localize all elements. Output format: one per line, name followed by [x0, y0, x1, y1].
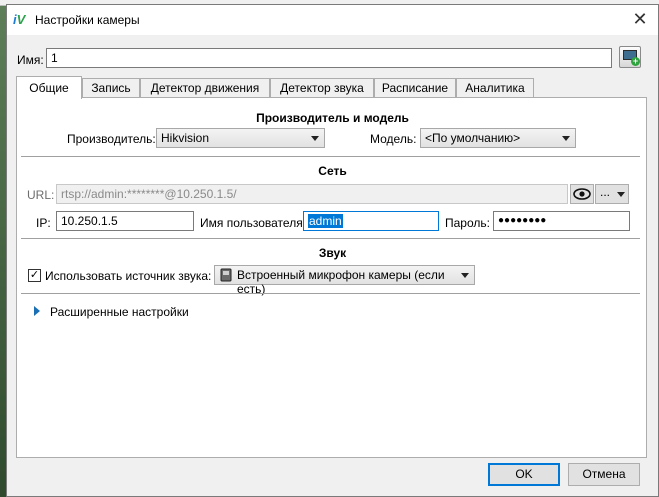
- eye-icon: [573, 188, 591, 200]
- sound-source-select[interactable]: Встроенный микрофон камеры (если есть): [214, 265, 475, 296]
- name-label: Имя:: [17, 53, 44, 67]
- tab-recording[interactable]: Запись: [82, 78, 140, 98]
- chevron-down-icon: [311, 136, 319, 141]
- model-select[interactable]: <По умолчанию>: [420, 128, 576, 148]
- manufacturer-value: Hikvision: [161, 131, 210, 145]
- name-input[interactable]: [46, 48, 612, 68]
- network-section-title: Сеть: [318, 164, 347, 178]
- tab-motion-detector[interactable]: Детектор движения: [140, 78, 270, 98]
- ip-field[interactable]: [56, 211, 194, 231]
- camera-icon: [220, 268, 232, 282]
- camera-add-icon[interactable]: +: [619, 46, 641, 68]
- title-bar: iV Настройки камеры ✕: [7, 5, 658, 35]
- more-label: ...: [600, 185, 611, 199]
- username-field[interactable]: admin: [303, 211, 439, 231]
- cancel-button[interactable]: Отмена: [568, 463, 640, 486]
- window-title: Настройки камеры: [35, 13, 140, 27]
- sound-section-title: Звук: [318, 246, 347, 260]
- tab-sound-detector[interactable]: Детектор звука: [270, 78, 374, 98]
- use-sound-source-checkbox[interactable]: ✓: [28, 269, 41, 282]
- camera-settings-dialog: iV Настройки камеры ✕ Имя: + Общие Запис…: [6, 4, 659, 497]
- show-password-button[interactable]: [570, 184, 594, 204]
- tab-schedule[interactable]: Расписание: [374, 78, 456, 98]
- expand-arrow-icon[interactable]: [34, 306, 40, 316]
- separator: [21, 293, 640, 294]
- chevron-down-icon: [562, 136, 570, 141]
- manufacturer-select[interactable]: Hikvision: [156, 128, 325, 148]
- separator: [21, 238, 640, 239]
- app-logo-icon: iV: [13, 12, 26, 27]
- password-value: ●●●●●●●●: [498, 215, 547, 226]
- url-more-button[interactable]: ...: [595, 184, 629, 204]
- manufacturer-label: Производитель:: [67, 132, 156, 146]
- sound-source-value: Встроенный микрофон камеры (если есть): [237, 268, 445, 296]
- username-value: admin: [308, 214, 343, 228]
- ip-label: IP:: [36, 216, 51, 230]
- general-tab-panel: Производитель и модель Производитель: Hi…: [16, 97, 647, 458]
- username-label: Имя пользователя:: [200, 216, 307, 230]
- tab-analytics[interactable]: Аналитика: [456, 78, 534, 98]
- chevron-down-icon: [617, 192, 625, 197]
- chevron-down-icon: [461, 273, 469, 278]
- url-field: [56, 184, 568, 204]
- advanced-settings-toggle[interactable]: Расширенные настройки: [50, 305, 189, 319]
- tab-general[interactable]: Общие: [16, 76, 82, 99]
- url-label: URL:: [27, 188, 55, 202]
- model-value: <По умолчанию>: [425, 131, 521, 145]
- password-label: Пароль:: [445, 216, 490, 230]
- model-label: Модель:: [370, 132, 417, 146]
- ok-button[interactable]: OK: [488, 463, 560, 486]
- manufacturer-section-title: Производитель и модель: [256, 111, 409, 125]
- separator: [21, 156, 640, 157]
- close-button[interactable]: ✕: [632, 10, 648, 28]
- password-field[interactable]: ●●●●●●●●: [493, 211, 630, 231]
- use-sound-source-label: Использовать источник звука:: [45, 269, 212, 283]
